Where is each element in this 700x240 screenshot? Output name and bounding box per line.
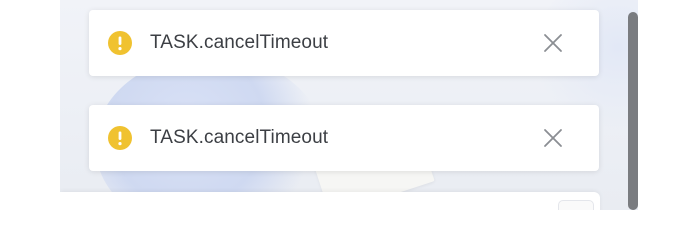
warning-circle-icon (108, 31, 132, 55)
content-card-button[interactable] (558, 200, 594, 210)
close-icon[interactable] (541, 126, 565, 150)
notification-toast: TASK.cancelTimeout (89, 105, 599, 171)
close-icon[interactable] (541, 31, 565, 55)
scrollbar[interactable] (628, 12, 638, 210)
warning-circle-icon (108, 126, 132, 150)
notification-message: TASK.cancelTimeout (150, 32, 329, 53)
content-card (60, 192, 600, 210)
notification-message: TASK.cancelTimeout (150, 127, 329, 148)
notification-toast: TASK.cancelTimeout (89, 10, 599, 76)
